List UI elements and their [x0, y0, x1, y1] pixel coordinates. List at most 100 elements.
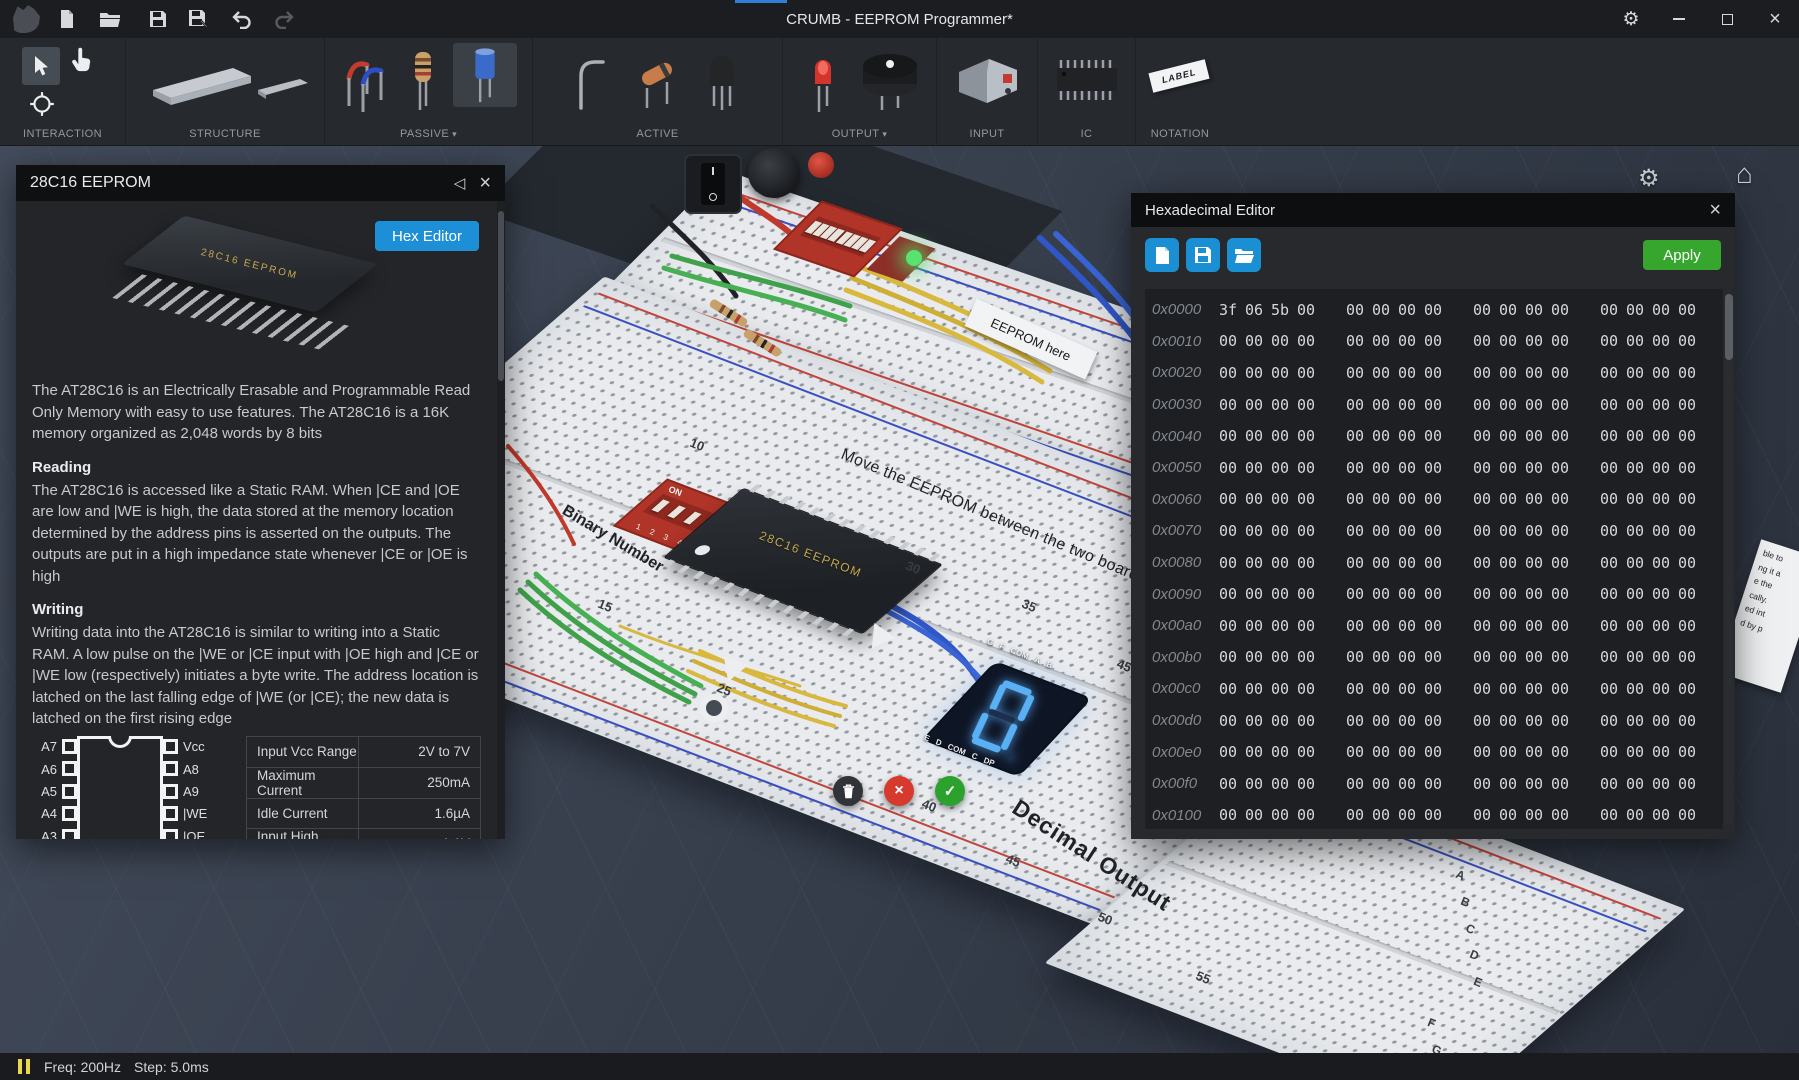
- hex-byte[interactable]: 00: [1674, 648, 1700, 666]
- hex-byte[interactable]: 00: [1368, 806, 1394, 824]
- hex-byte[interactable]: 00: [1495, 332, 1521, 350]
- hex-byte[interactable]: 00: [1674, 522, 1700, 540]
- panel-close-icon[interactable]: ×: [479, 174, 491, 192]
- hex-byte[interactable]: 00: [1394, 490, 1420, 508]
- cancel-button[interactable]: ×: [884, 776, 914, 806]
- hex-byte[interactable]: 00: [1521, 301, 1547, 319]
- hex-byte[interactable]: 00: [1469, 585, 1495, 603]
- redo-icon[interactable]: [265, 0, 303, 38]
- hex-byte[interactable]: 00: [1521, 396, 1547, 414]
- hex-byte[interactable]: 00: [1267, 775, 1293, 793]
- hex-byte[interactable]: 00: [1469, 396, 1495, 414]
- scene-home-icon[interactable]: ⌂: [1736, 158, 1753, 190]
- hex-byte[interactable]: 00: [1368, 680, 1394, 698]
- hex-byte[interactable]: 00: [1267, 712, 1293, 730]
- hex-byte[interactable]: 00: [1368, 301, 1394, 319]
- hex-byte[interactable]: 00: [1622, 806, 1648, 824]
- hex-byte[interactable]: 00: [1368, 775, 1394, 793]
- hex-byte[interactable]: 00: [1368, 490, 1394, 508]
- hex-byte[interactable]: 00: [1342, 775, 1368, 793]
- breadboard-item[interactable]: [138, 50, 313, 130]
- hex-byte[interactable]: 00: [1648, 364, 1674, 382]
- hex-byte[interactable]: 00: [1267, 427, 1293, 445]
- hex-byte[interactable]: 00: [1420, 712, 1446, 730]
- buzzer-item[interactable]: [857, 46, 923, 119]
- hex-byte[interactable]: 00: [1521, 427, 1547, 445]
- hex-byte[interactable]: 00: [1596, 806, 1622, 824]
- hex-byte[interactable]: 00: [1342, 490, 1368, 508]
- hex-byte[interactable]: 00: [1674, 775, 1700, 793]
- hex-byte[interactable]: 00: [1622, 585, 1648, 603]
- hex-byte[interactable]: 00: [1622, 301, 1648, 319]
- hex-byte[interactable]: 00: [1267, 364, 1293, 382]
- hex-byte[interactable]: 00: [1215, 648, 1241, 666]
- potentiometer-knob[interactable]: [748, 148, 800, 198]
- hex-byte[interactable]: 00: [1521, 680, 1547, 698]
- hex-byte[interactable]: 00: [1648, 396, 1674, 414]
- hex-byte[interactable]: 00: [1215, 490, 1241, 508]
- green-led-glowing[interactable]: [906, 250, 922, 266]
- hex-byte[interactable]: 5b: [1267, 301, 1293, 319]
- hex-byte[interactable]: 00: [1241, 743, 1267, 761]
- rocker-actuator[interactable]: [701, 163, 725, 205]
- hex-byte[interactable]: 00: [1293, 775, 1319, 793]
- hex-byte[interactable]: 00: [1495, 459, 1521, 477]
- scrollbar-thumb[interactable]: [498, 211, 504, 381]
- hex-byte[interactable]: 00: [1674, 585, 1700, 603]
- hex-byte[interactable]: 00: [1521, 617, 1547, 635]
- hex-byte[interactable]: 00: [1394, 332, 1420, 350]
- capacitor-item-selected[interactable]: [453, 43, 517, 107]
- hex-byte[interactable]: 00: [1215, 364, 1241, 382]
- hex-byte[interactable]: 00: [1674, 364, 1700, 382]
- hand-tool-button[interactable]: [68, 47, 94, 80]
- hex-byte[interactable]: 00: [1267, 459, 1293, 477]
- pause-icon[interactable]: [18, 1059, 30, 1074]
- ic-chip-item[interactable]: [1047, 56, 1127, 117]
- hex-byte[interactable]: 00: [1241, 712, 1267, 730]
- hex-byte[interactable]: 00: [1622, 648, 1648, 666]
- select-tool-button[interactable]: [22, 47, 60, 85]
- hex-byte[interactable]: 00: [1394, 712, 1420, 730]
- target-tool-button[interactable]: [28, 90, 56, 123]
- hex-byte[interactable]: 00: [1469, 427, 1495, 445]
- hex-byte[interactable]: 00: [1293, 648, 1319, 666]
- hex-byte[interactable]: 00: [1293, 364, 1319, 382]
- hex-byte[interactable]: 00: [1394, 585, 1420, 603]
- hex-byte[interactable]: 00: [1648, 648, 1674, 666]
- hex-byte[interactable]: 00: [1596, 459, 1622, 477]
- hex-byte[interactable]: 00: [1342, 427, 1368, 445]
- hex-byte[interactable]: 00: [1215, 522, 1241, 540]
- hex-byte[interactable]: 00: [1521, 648, 1547, 666]
- hex-byte[interactable]: 00: [1215, 712, 1241, 730]
- hex-byte[interactable]: 00: [1547, 806, 1573, 824]
- hex-byte[interactable]: 00: [1674, 806, 1700, 824]
- hex-panel-close-icon[interactable]: ×: [1709, 201, 1721, 219]
- hex-byte[interactable]: 00: [1547, 490, 1573, 508]
- hex-byte[interactable]: 00: [1622, 680, 1648, 698]
- hex-byte[interactable]: 00: [1674, 396, 1700, 414]
- hex-byte[interactable]: 00: [1420, 522, 1446, 540]
- hex-byte[interactable]: 00: [1674, 712, 1700, 730]
- hex-byte[interactable]: 00: [1622, 332, 1648, 350]
- hex-byte[interactable]: 00: [1394, 806, 1420, 824]
- hex-byte[interactable]: 00: [1648, 522, 1674, 540]
- hex-byte[interactable]: 00: [1521, 522, 1547, 540]
- scene-settings-gear-icon[interactable]: ⚙: [1638, 164, 1660, 193]
- hex-byte[interactable]: 00: [1622, 712, 1648, 730]
- hex-byte[interactable]: 00: [1648, 680, 1674, 698]
- hex-byte[interactable]: 00: [1521, 459, 1547, 477]
- hex-byte[interactable]: 00: [1547, 648, 1573, 666]
- hex-byte[interactable]: 00: [1342, 396, 1368, 414]
- hex-byte[interactable]: 3f: [1215, 301, 1241, 319]
- hex-byte[interactable]: 00: [1622, 554, 1648, 572]
- hex-byte[interactable]: 00: [1293, 301, 1319, 319]
- switch-box-item[interactable]: [951, 50, 1025, 117]
- hex-byte[interactable]: 00: [1596, 332, 1622, 350]
- hex-byte[interactable]: 00: [1648, 332, 1674, 350]
- hex-byte[interactable]: 00: [1674, 301, 1700, 319]
- hex-byte[interactable]: 00: [1267, 585, 1293, 603]
- hex-byte[interactable]: 00: [1420, 332, 1446, 350]
- hex-byte[interactable]: 00: [1521, 712, 1547, 730]
- hex-byte[interactable]: 00: [1241, 617, 1267, 635]
- hex-byte[interactable]: 00: [1648, 490, 1674, 508]
